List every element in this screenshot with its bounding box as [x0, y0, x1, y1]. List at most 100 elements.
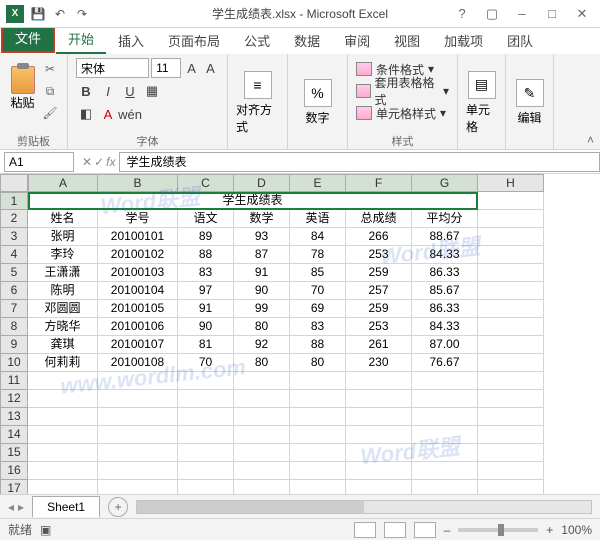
- format-painter-icon[interactable]: 🖌: [41, 104, 59, 122]
- cell[interactable]: [346, 480, 412, 494]
- paste-button[interactable]: 粘贴: [8, 58, 37, 118]
- cell[interactable]: [234, 390, 290, 408]
- cell[interactable]: 70: [178, 354, 234, 372]
- cell[interactable]: [28, 426, 98, 444]
- cell[interactable]: [346, 408, 412, 426]
- cell[interactable]: [478, 444, 544, 462]
- cell[interactable]: 69: [290, 300, 346, 318]
- cell[interactable]: 259: [346, 264, 412, 282]
- merged-title-cell[interactable]: 学生成绩表: [28, 192, 478, 210]
- tab-insert[interactable]: 插入: [106, 27, 156, 54]
- row-header[interactable]: 7: [0, 300, 28, 318]
- decrease-font-icon[interactable]: A: [202, 58, 219, 78]
- cell-style-button[interactable]: 单元格样式▾: [356, 102, 449, 124]
- qat-save-icon[interactable]: 💾: [30, 6, 46, 22]
- cell[interactable]: 87.00: [412, 336, 478, 354]
- cell[interactable]: 80: [290, 354, 346, 372]
- cell[interactable]: 80: [234, 318, 290, 336]
- cell[interactable]: [346, 426, 412, 444]
- column-header-G[interactable]: G: [412, 174, 478, 192]
- row-header[interactable]: 2: [0, 210, 28, 228]
- increase-font-icon[interactable]: A: [183, 58, 200, 78]
- tab-home[interactable]: 开始: [56, 25, 106, 54]
- cell[interactable]: [234, 462, 290, 480]
- cell[interactable]: 99: [234, 300, 290, 318]
- cell[interactable]: [346, 390, 412, 408]
- phonetic-button[interactable]: wén: [120, 104, 140, 124]
- tab-page-layout[interactable]: 页面布局: [156, 27, 232, 54]
- ribbon-display-button[interactable]: ▢: [478, 4, 506, 24]
- row-header[interactable]: 8: [0, 318, 28, 336]
- cell[interactable]: [412, 408, 478, 426]
- cell[interactable]: [234, 372, 290, 390]
- close-button[interactable]: ✕: [568, 4, 596, 24]
- cell[interactable]: [28, 444, 98, 462]
- cell[interactable]: 85.67: [412, 282, 478, 300]
- cell[interactable]: [178, 480, 234, 494]
- zoom-out-button[interactable]: –: [444, 523, 451, 537]
- cell[interactable]: 20100107: [98, 336, 178, 354]
- macro-record-icon[interactable]: ▣: [40, 523, 51, 537]
- group-number[interactable]: % 数字: [288, 54, 348, 149]
- tab-view[interactable]: 视图: [382, 27, 432, 54]
- cell[interactable]: 20100101: [98, 228, 178, 246]
- cell[interactable]: [478, 426, 544, 444]
- cell[interactable]: 何莉莉: [28, 354, 98, 372]
- cell[interactable]: 20100108: [98, 354, 178, 372]
- cell[interactable]: [346, 372, 412, 390]
- formula-input[interactable]: 学生成绩表: [119, 152, 600, 172]
- cell[interactable]: 84: [290, 228, 346, 246]
- row-header[interactable]: 11: [0, 372, 28, 390]
- cell[interactable]: 261: [346, 336, 412, 354]
- column-header-A[interactable]: A: [28, 174, 98, 192]
- cell[interactable]: 91: [178, 300, 234, 318]
- cell[interactable]: 学号: [98, 210, 178, 228]
- cell[interactable]: [178, 372, 234, 390]
- cell[interactable]: 90: [234, 282, 290, 300]
- cell[interactable]: [412, 480, 478, 494]
- zoom-slider[interactable]: [458, 528, 538, 532]
- column-header-F[interactable]: F: [346, 174, 412, 192]
- cell[interactable]: 方晓华: [28, 318, 98, 336]
- cell[interactable]: 90: [178, 318, 234, 336]
- cell[interactable]: 86.33: [412, 264, 478, 282]
- cell[interactable]: 230: [346, 354, 412, 372]
- row-header[interactable]: 16: [0, 462, 28, 480]
- cell[interactable]: [478, 462, 544, 480]
- cell[interactable]: [478, 264, 544, 282]
- cell[interactable]: 20100103: [98, 264, 178, 282]
- horizontal-scrollbar[interactable]: [136, 500, 592, 514]
- cell[interactable]: [478, 192, 544, 210]
- cell[interactable]: [478, 336, 544, 354]
- cell[interactable]: [478, 480, 544, 494]
- cell[interactable]: 88: [290, 336, 346, 354]
- view-normal-button[interactable]: [354, 522, 376, 538]
- cell[interactable]: 张明: [28, 228, 98, 246]
- cell[interactable]: [290, 462, 346, 480]
- view-page-layout-button[interactable]: [384, 522, 406, 538]
- cell[interactable]: [98, 480, 178, 494]
- row-header[interactable]: 12: [0, 390, 28, 408]
- cell[interactable]: 70: [290, 282, 346, 300]
- cell[interactable]: [346, 444, 412, 462]
- column-header-D[interactable]: D: [234, 174, 290, 192]
- cell[interactable]: [412, 372, 478, 390]
- cell[interactable]: [234, 408, 290, 426]
- cell[interactable]: [478, 318, 544, 336]
- worksheet-grid[interactable]: ABCDEFGH 1学生成绩表2姓名学号语文数学英语总成绩平均分3张明20100…: [0, 174, 600, 494]
- cell[interactable]: 李玲: [28, 246, 98, 264]
- cell[interactable]: 20100106: [98, 318, 178, 336]
- cut-icon[interactable]: ✂: [41, 60, 59, 78]
- fx-icon[interactable]: fx: [106, 155, 115, 169]
- cell[interactable]: [28, 462, 98, 480]
- cell[interactable]: [478, 246, 544, 264]
- underline-button[interactable]: U: [120, 81, 140, 101]
- italic-button[interactable]: I: [98, 81, 118, 101]
- cell[interactable]: [478, 372, 544, 390]
- cell[interactable]: [178, 426, 234, 444]
- row-header[interactable]: 17: [0, 480, 28, 494]
- cell[interactable]: 253: [346, 318, 412, 336]
- row-header[interactable]: 14: [0, 426, 28, 444]
- enter-formula-icon[interactable]: ✓: [94, 155, 104, 169]
- cell[interactable]: [478, 354, 544, 372]
